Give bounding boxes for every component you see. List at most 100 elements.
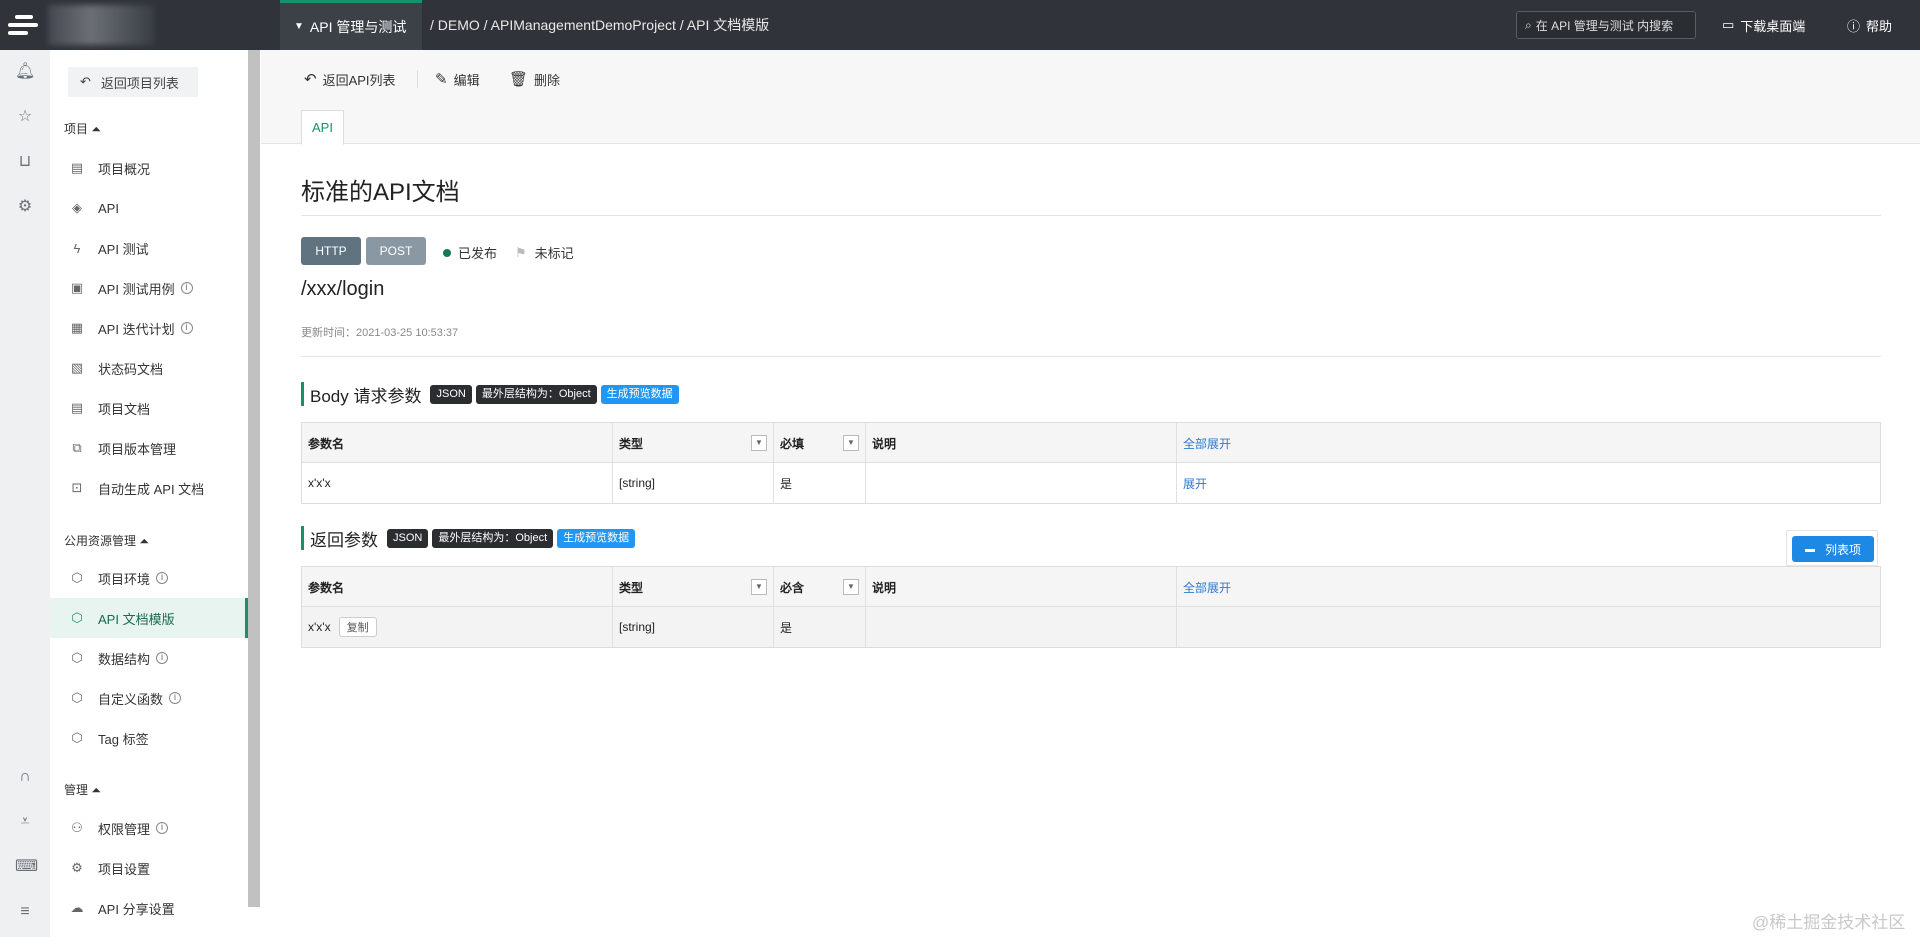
sidebar-item-project-docs[interactable]: ▤ 项目文档 (50, 388, 248, 428)
back-to-api-list-label: 返回API列表 (322, 72, 396, 88)
col-required: 必填 ▼ (774, 423, 866, 463)
pencil-icon: ✎ (435, 71, 448, 88)
generate-preview-button[interactable]: 生成预览数据 (600, 384, 679, 404)
sidebar-item-data-structures[interactable]: ⬡ 数据结构 i (50, 638, 248, 678)
sidebar-item-share[interactable]: ☁ API 分享设置 (50, 888, 248, 928)
method-badge: POST (366, 237, 426, 265)
document-icon: ▤ (70, 400, 84, 415)
sidebar-item-label: 数据结构 (98, 651, 151, 667)
delete-button[interactable]: 🗑︎ 删除 (509, 65, 560, 93)
generate-preview-button[interactable]: 生成预览数据 (557, 528, 636, 548)
star-icon[interactable]: ☆ (15, 107, 35, 127)
json-chip: JSON (387, 528, 429, 548)
param-desc (866, 607, 1177, 647)
sidebar-scrollbar[interactable] (248, 50, 260, 907)
expand-all-link[interactable]: 全部展开 (1177, 423, 1867, 463)
undo-icon: ↶ (304, 71, 317, 88)
headset-icon[interactable]: ∩ (15, 767, 35, 787)
sidebar-item-environments[interactable]: ⬡ 项目环境 i (50, 558, 248, 598)
table-row: x'x'x [string] 是 展开 (302, 463, 1880, 503)
info-icon[interactable]: i (156, 822, 169, 834)
note-icon: ▧ (70, 360, 84, 375)
copy-button[interactable]: 复制 (338, 617, 377, 637)
filter-icon[interactable]: ▼ (843, 435, 859, 451)
sidebar-item-tags[interactable]: ⬡ Tag 标签 (50, 718, 248, 758)
back-to-projects-button[interactable]: ↶ 返回项目列表 (68, 67, 198, 97)
cloud-icon: ☁ (70, 900, 84, 915)
sidebar-item-api-test[interactable]: ϟ API 测试 (50, 228, 248, 268)
filter-icon[interactable]: ▼ (751, 579, 767, 595)
sidebar-item-label: API 分享设置 (98, 901, 175, 917)
sidebar-item-status-codes[interactable]: ▧ 状态码文档 (50, 348, 248, 388)
sidebar-item-auto-docs[interactable]: ⊡ 自动生成 API 文档 (50, 468, 248, 508)
return-params-header: 返回参数 JSON 最外层结构为：Object 生成预览数据 (301, 526, 636, 550)
expand-link[interactable]: 展开 (1177, 463, 1867, 503)
section-project[interactable]: 项目 ⏶ (64, 120, 101, 137)
bell-icon[interactable]: 🔔︎ (15, 62, 35, 82)
back-to-projects-label: 返回项目列表 (100, 75, 179, 91)
sidebar-item-overview[interactable]: ▤ 项目概况 (50, 148, 248, 188)
sidebar-item-label: API 迭代计划 (98, 321, 175, 337)
sidebar-item-custom-functions[interactable]: ⬡ 自定义函数 i (50, 678, 248, 718)
info-icon[interactable]: i (180, 282, 193, 294)
edit-button[interactable]: ✎ 编辑 (435, 65, 480, 93)
page-title: 标准的API文档 (301, 179, 460, 206)
sidebar-item-label: API 文档模版 (98, 611, 175, 627)
keyboard-icon[interactable]: ⌨ (15, 857, 38, 877)
logo-icon[interactable] (8, 9, 40, 41)
json-chip: JSON (430, 384, 472, 404)
download-desktop-button[interactable]: ▭ 下载桌面端 (1722, 0, 1805, 50)
protocol-badge: HTTP (301, 237, 361, 265)
sidebar-item-permissions[interactable]: ⚇ 权限管理 i (50, 808, 248, 848)
col-desc: 说明 (866, 567, 1177, 607)
struct-chip: 最外层结构为：Object (432, 528, 554, 548)
breadcrumb[interactable]: / DEMO / APIManagementDemoProject / API … (430, 0, 769, 50)
robot-icon: ⊡ (71, 480, 83, 495)
table-row: x'x'x 复制 [string] 是 (302, 607, 1880, 647)
sidebar-item-label: API 测试用例 (98, 281, 175, 297)
return-params-title: 返回参数 (310, 530, 378, 550)
help-button[interactable]: ⓘ 帮助 (1847, 0, 1892, 50)
sidebar-item-test-cases[interactable]: ▣ API 测试用例 i (50, 268, 248, 308)
download-label: 下载桌面端 (1740, 18, 1806, 34)
watermark: @稀土掘金技术社区 (1752, 913, 1906, 932)
gear-icon: ⚙ (71, 860, 83, 875)
cube-icon: ⬡ (71, 610, 83, 625)
gear-icon[interactable]: ⚙ (15, 197, 35, 217)
module-switcher[interactable]: ▼ API 管理与测试 (280, 0, 422, 50)
info-icon[interactable]: i (156, 652, 169, 664)
sidebar: ↶ 返回项目列表 项目 ⏶ ▤ 项目概况 ◈ API ϟ API 测试 ▣ API 测试… (50, 50, 248, 937)
shirt-icon[interactable]: ⊔ (15, 152, 35, 172)
lightning-icon: ϟ (73, 240, 81, 256)
sidebar-item-settings[interactable]: ⚙ 项目设置 (50, 848, 248, 888)
toolbar: ↶ 返回API列表 ✎ 编辑 🗑︎ 删除 API (261, 50, 1920, 145)
sidebar-item-versions[interactable]: ⧉ 项目版本管理 (50, 428, 248, 468)
list-item-button[interactable]: ▬ 列表项 (1792, 536, 1874, 562)
flag-marker[interactable]: ⚑ 未标记 (515, 243, 574, 262)
tab-api[interactable]: API (301, 110, 344, 145)
filter-icon[interactable]: ▼ (751, 435, 767, 451)
sidebar-item-iteration[interactable]: ▦ API 迭代计划 i (50, 308, 248, 348)
expand-all-link[interactable]: 全部展开 (1177, 567, 1867, 607)
section-admin[interactable]: 管理 ⏶ (64, 781, 101, 798)
col-desc: 说明 (866, 423, 1177, 463)
download-icon[interactable]: ⩡ (15, 812, 35, 832)
param-name: x'x'x (308, 620, 331, 634)
sidebar-item-doc-templates[interactable]: ⬡ API 文档模版 (50, 598, 248, 638)
menu-icon[interactable]: ≡ (15, 902, 35, 922)
sidebar-item-label: 项目版本管理 (98, 441, 177, 457)
section-public[interactable]: 公用资源管理 ⏶ (64, 532, 149, 549)
info-icon[interactable]: i (180, 322, 193, 334)
col-type-label: 类型 (619, 580, 644, 595)
back-to-api-list-button[interactable]: ↶ 返回API列表 (304, 65, 396, 93)
sidebar-item-label: 权限管理 (98, 821, 151, 837)
info-icon[interactable]: i (169, 692, 182, 704)
search-input[interactable]: ⌕ 在 API 管理与测试 内搜索 (1516, 11, 1696, 39)
param-type: [string] (613, 463, 774, 503)
module-label: API 管理与测试 (309, 18, 407, 35)
info-icon[interactable]: i (156, 572, 169, 584)
overview-icon: ▤ (70, 160, 84, 175)
filter-icon[interactable]: ▼ (843, 579, 859, 595)
col-required-label: 必含 (780, 580, 805, 595)
sidebar-item-api[interactable]: ◈ API (50, 188, 248, 228)
